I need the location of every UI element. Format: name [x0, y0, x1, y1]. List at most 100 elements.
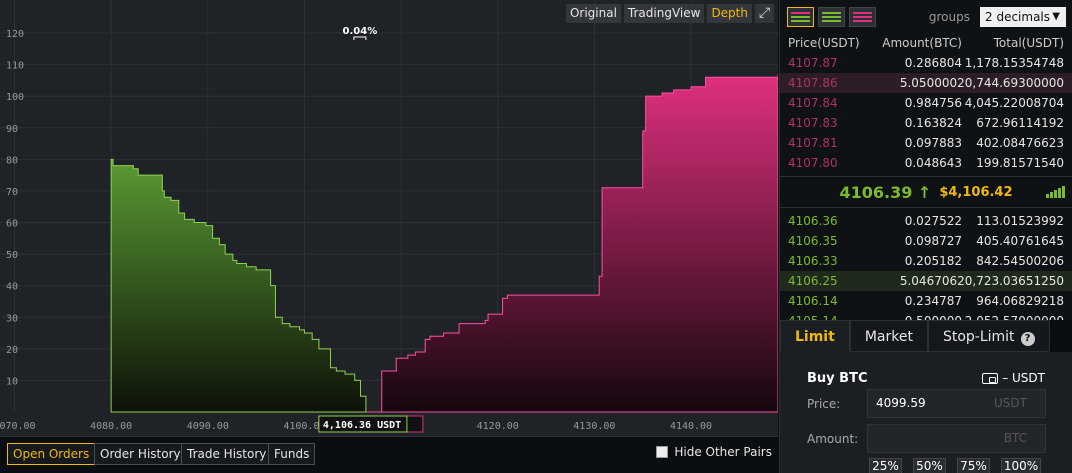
bid-row[interactable]: 4106.25 5.046706 20,723.03651250 — [780, 271, 1072, 291]
order-book-header: Price(USDT) Amount(BTC) Total(USDT) — [780, 33, 1072, 53]
tab-stop-limit[interactable]: Stop-Limit? — [927, 320, 1050, 352]
x-tick-label: 4070.00 — [0, 421, 36, 432]
tab-original[interactable]: Original — [565, 4, 621, 23]
bids-list: 4106.36 0.027522 113.01523992 4106.35 0.0987… — [780, 211, 1072, 331]
row-price: 4107.80 — [788, 156, 838, 170]
fullscreen-icon[interactable]: ⤢ — [755, 4, 774, 23]
row-amount: 0.205182 — [904, 254, 962, 268]
bid-row[interactable]: 4106.36 0.027522 113.01523992 — [780, 211, 1072, 231]
percent-50-button[interactable]: 50% — [913, 458, 946, 473]
spread-label: 0.04% — [343, 26, 378, 37]
percent-25-button[interactable]: 25% — [869, 458, 902, 473]
tab-order-history[interactable]: Order History — [94, 443, 187, 465]
orders-tabbar: Open Orders Order History Trade History … — [0, 436, 778, 473]
x-tick-label: 4080.00 — [90, 421, 132, 432]
help-icon[interactable]: ? — [1020, 332, 1035, 346]
row-total: 672.96114192 — [976, 116, 1064, 130]
row-total: 842.54500206 — [976, 254, 1064, 268]
amount-label: Amount: — [807, 432, 859, 446]
tab-tradingview[interactable]: TradingView — [623, 4, 705, 23]
y-tick-label: 80 — [6, 155, 18, 166]
row-price: 4107.84 — [788, 96, 838, 110]
row-total: 20,744.69300000 — [957, 76, 1064, 90]
ask-row[interactable]: 4107.81 0.097883 402.08476623 — [780, 133, 1072, 153]
header-amount: Amount(BTC) — [882, 36, 962, 50]
row-price: 4107.86 — [788, 76, 838, 90]
row-amount: 0.286804 — [904, 56, 962, 70]
bid-row[interactable]: 4106.14 0.234787 964.06829218 — [780, 291, 1072, 311]
x-tick-label: 4090.00 — [187, 421, 229, 432]
exchange-ui: 10 20 30 40 50 60 70 80 90 100 110 120 4070.00 4080.… — [0, 0, 1072, 473]
wallet-balance: – USDT — [982, 371, 1045, 385]
spread-bracket — [353, 36, 367, 40]
percent-75-button[interactable]: 75% — [957, 458, 990, 473]
y-tick-label: 10 — [6, 376, 18, 387]
wallet-icon — [982, 372, 999, 384]
hide-other-pairs: Hide Other Pairs — [656, 445, 772, 459]
ask-row[interactable]: 4107.86 5.050000 20,744.69300000 — [780, 73, 1072, 93]
row-price: 4106.14 — [788, 294, 838, 308]
asks-list: 4107.87 0.286804 1,178.15354748 4107.86 5.05… — [780, 53, 1072, 173]
row-total: 199.81571540 — [976, 156, 1064, 170]
tab-market[interactable]: Market — [849, 320, 928, 352]
price-label: Price: — [807, 397, 841, 411]
hide-pairs-checkbox[interactable] — [656, 446, 669, 458]
header-price: Price(USDT) — [788, 36, 860, 50]
percent-100-button[interactable]: 100% — [1001, 458, 1041, 473]
row-amount: 0.048643 — [904, 156, 962, 170]
ask-row[interactable]: 4107.87 0.286804 1,178.15354748 — [780, 53, 1072, 73]
groups-select[interactable]: 2 decimals ▼ — [980, 6, 1066, 27]
tab-open-orders[interactable]: Open Orders — [7, 443, 96, 465]
ask-row[interactable]: 4107.83 0.163824 672.96114192 — [780, 113, 1072, 133]
row-total: 20,723.03651250 — [957, 274, 1064, 288]
last-price-row: 4106.39 ↑ $4,106.42 — [780, 176, 1072, 208]
last-price: 4106.39 ↑ — [839, 182, 932, 202]
amount-input[interactable]: BTC — [867, 424, 1046, 453]
row-total: 405.40761645 — [976, 234, 1064, 248]
y-tick-label: 90 — [6, 124, 18, 135]
trade-panel: Limit Market Stop-Limit? Buy BTC – USDT … — [779, 320, 1072, 473]
bid-row[interactable]: 4106.35 0.098727 405.40761645 — [780, 231, 1072, 251]
order-type-tabs: Limit Market Stop-Limit? — [780, 320, 1072, 352]
view-bids-icon[interactable] — [818, 6, 845, 27]
tab-depth[interactable]: Depth — [707, 4, 752, 23]
row-amount: 0.097883 — [904, 136, 962, 150]
y-tick-label: 100 — [6, 92, 24, 103]
bid-row[interactable]: 4106.33 0.205182 842.54500206 — [780, 251, 1072, 271]
tab-funds[interactable]: Funds — [268, 443, 316, 465]
y-tick-label: 110 — [6, 61, 24, 72]
row-amount: 5.046706 — [899, 274, 958, 288]
x-tick-label: 4130.00 — [573, 421, 615, 432]
row-total: 964.06829218 — [976, 294, 1064, 308]
depth-chart-panel: 10 20 30 40 50 60 70 80 90 100 110 120 4070.00 4080.… — [0, 0, 778, 436]
y-tick-label: 120 — [6, 29, 24, 40]
row-total: 402.08476623 — [976, 136, 1064, 150]
x-tick-label: 4140.00 — [670, 421, 712, 432]
row-total: 1,178.15354748 — [964, 56, 1064, 70]
signal-bars-icon — [1046, 186, 1065, 198]
order-book: groups 2 decimals ▼ Price(USDT) Amount(B… — [779, 0, 1072, 328]
view-asks-icon[interactable] — [849, 6, 876, 27]
row-price: 4107.81 — [788, 136, 838, 150]
row-price: 4106.35 — [788, 234, 838, 248]
row-price: 4107.87 — [788, 56, 838, 70]
y-tick-label: 50 — [6, 250, 18, 261]
y-tick-label: 20 — [6, 345, 18, 356]
depth-chart: 10 20 30 40 50 60 70 80 90 100 110 120 4070.00 4080.… — [0, 0, 778, 436]
tab-limit[interactable]: Limit — [780, 320, 850, 352]
asks-depth-area — [366, 74, 778, 413]
chart-view-tabs: Original TradingView Depth ⤢ — [565, 4, 774, 23]
y-tick-label: 40 — [6, 282, 18, 293]
price-input[interactable]: 4099.59 USDT — [867, 389, 1046, 418]
row-amount: 0.234787 — [904, 294, 962, 308]
ask-row[interactable]: 4107.80 0.048643 199.81571540 — [780, 153, 1072, 173]
view-both-icon[interactable] — [787, 6, 814, 27]
tab-trade-history[interactable]: Trade History — [181, 443, 273, 465]
y-tick-label: 70 — [6, 187, 18, 198]
ask-row[interactable]: 4107.84 0.984756 4,045.22008704 — [780, 93, 1072, 113]
row-price: 4106.25 — [788, 274, 838, 288]
groups-label: groups — [928, 9, 970, 24]
row-amount: 0.163824 — [904, 116, 962, 130]
last-price-usd: $4,106.42 — [939, 184, 1013, 200]
row-total: 4,045.22008704 — [964, 96, 1064, 110]
